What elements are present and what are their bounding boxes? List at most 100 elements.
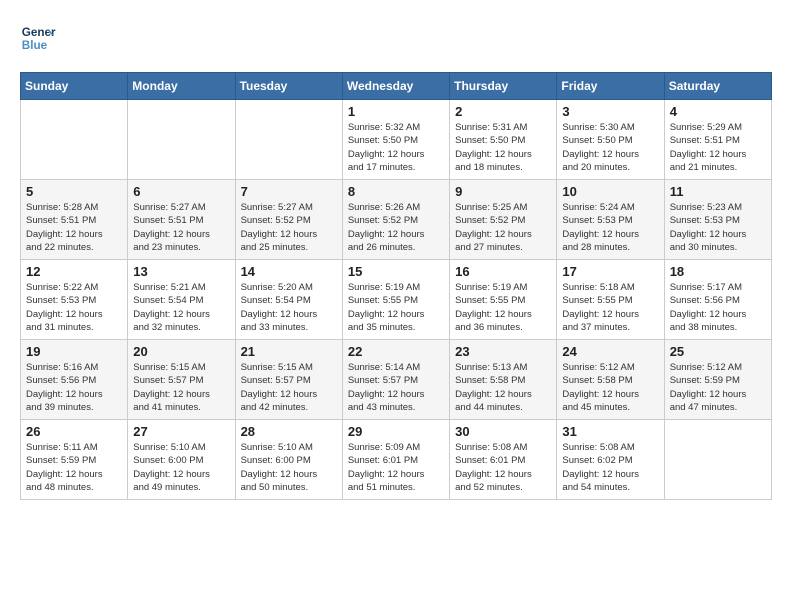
day-number: 31 — [562, 424, 658, 439]
day-number: 20 — [133, 344, 229, 359]
calendar-cell: 28 Sunrise: 5:10 AM Sunset: 6:00 PM Dayli… — [235, 420, 342, 500]
week-row-4: 26Sunrise: 5:11 AM Sunset: 5:59 PM Dayli… — [21, 420, 772, 500]
day-number: 4 — [670, 104, 766, 119]
day-info: Sunrise: 5:08 AM Sunset: 6:01 PM Dayligh… — [455, 441, 551, 494]
day-number: 3 — [562, 104, 658, 119]
day-info: Sunrise: 5:15 AM Sunset: 5:57 PM Dayligh… — [241, 361, 337, 414]
calendar-cell — [664, 420, 771, 500]
page-header: General Blue — [20, 20, 772, 56]
day-info: Sunrise: 5:28 AM Sunset: 5:51 PM Dayligh… — [26, 201, 122, 254]
day-info: Sunrise: 5:27 AM Sunset: 5:51 PM Dayligh… — [133, 201, 229, 254]
calendar-cell — [235, 100, 342, 180]
calendar-cell: 13 Sunrise: 5:21 AM Sunset: 5:54 PM Dayli… — [128, 260, 235, 340]
day-info: Sunrise: 5:30 AM Sunset: 5:50 PM Dayligh… — [562, 121, 658, 174]
calendar-cell: 30 Sunrise: 5:08 AM Sunset: 6:01 PM Dayli… — [450, 420, 557, 500]
svg-text:Blue: Blue — [22, 39, 48, 52]
day-number: 17 — [562, 264, 658, 279]
calendar-cell: 9 Sunrise: 5:25 AM Sunset: 5:52 PM Daylig… — [450, 180, 557, 260]
day-number: 24 — [562, 344, 658, 359]
day-info: Sunrise: 5:31 AM Sunset: 5:50 PM Dayligh… — [455, 121, 551, 174]
day-number: 12 — [26, 264, 122, 279]
calendar-cell: 16 Sunrise: 5:19 AM Sunset: 5:55 PM Dayli… — [450, 260, 557, 340]
day-number: 6 — [133, 184, 229, 199]
calendar-cell: 3 Sunrise: 5:30 AM Sunset: 5:50 PM Daylig… — [557, 100, 664, 180]
day-number: 13 — [133, 264, 229, 279]
calendar-cell: 4 Sunrise: 5:29 AM Sunset: 5:51 PM Daylig… — [664, 100, 771, 180]
day-info: Sunrise: 5:13 AM Sunset: 5:58 PM Dayligh… — [455, 361, 551, 414]
calendar-cell: 19Sunrise: 5:16 AM Sunset: 5:56 PM Dayli… — [21, 340, 128, 420]
day-number: 7 — [241, 184, 337, 199]
day-number: 26 — [26, 424, 122, 439]
day-info: Sunrise: 5:10 AM Sunset: 6:00 PM Dayligh… — [133, 441, 229, 494]
day-number: 19 — [26, 344, 122, 359]
calendar-cell: 12 Sunrise: 5:22 AM Sunset: 5:53 PM Dayli… — [21, 260, 128, 340]
week-row-1: 5 Sunrise: 5:28 AM Sunset: 5:51 PM Daylig… — [21, 180, 772, 260]
calendar-table: SundayMondayTuesdayWednesdayThursdayFrid… — [20, 72, 772, 500]
day-info: Sunrise: 5:12 AM Sunset: 5:59 PM Dayligh… — [670, 361, 766, 414]
calendar-cell: 25 Sunrise: 5:12 AM Sunset: 5:59 PM Dayli… — [664, 340, 771, 420]
day-number: 28 — [241, 424, 337, 439]
day-number: 9 — [455, 184, 551, 199]
logo-icon: General Blue — [20, 20, 56, 56]
day-info: Sunrise: 5:14 AM Sunset: 5:57 PM Dayligh… — [348, 361, 444, 414]
calendar-cell: 7 Sunrise: 5:27 AM Sunset: 5:52 PM Daylig… — [235, 180, 342, 260]
day-number: 27 — [133, 424, 229, 439]
day-number: 21 — [241, 344, 337, 359]
calendar-cell: 5 Sunrise: 5:28 AM Sunset: 5:51 PM Daylig… — [21, 180, 128, 260]
calendar-cell: 18Sunrise: 5:17 AM Sunset: 5:56 PM Dayli… — [664, 260, 771, 340]
day-info: Sunrise: 5:15 AM Sunset: 5:57 PM Dayligh… — [133, 361, 229, 414]
weekday-header-sunday: Sunday — [21, 73, 128, 100]
day-info: Sunrise: 5:19 AM Sunset: 5:55 PM Dayligh… — [348, 281, 444, 334]
day-number: 14 — [241, 264, 337, 279]
day-number: 8 — [348, 184, 444, 199]
day-number: 5 — [26, 184, 122, 199]
calendar-cell — [21, 100, 128, 180]
weekday-header-wednesday: Wednesday — [342, 73, 449, 100]
day-info: Sunrise: 5:20 AM Sunset: 5:54 PM Dayligh… — [241, 281, 337, 334]
day-number: 18 — [670, 264, 766, 279]
weekday-header-saturday: Saturday — [664, 73, 771, 100]
weekday-header-friday: Friday — [557, 73, 664, 100]
day-info: Sunrise: 5:21 AM Sunset: 5:54 PM Dayligh… — [133, 281, 229, 334]
day-number: 25 — [670, 344, 766, 359]
calendar-cell: 14 Sunrise: 5:20 AM Sunset: 5:54 PM Dayli… — [235, 260, 342, 340]
day-number: 1 — [348, 104, 444, 119]
day-number: 30 — [455, 424, 551, 439]
day-number: 16 — [455, 264, 551, 279]
day-info: Sunrise: 5:25 AM Sunset: 5:52 PM Dayligh… — [455, 201, 551, 254]
day-info: Sunrise: 5:26 AM Sunset: 5:52 PM Dayligh… — [348, 201, 444, 254]
day-info: Sunrise: 5:18 AM Sunset: 5:55 PM Dayligh… — [562, 281, 658, 334]
calendar-cell: 27 Sunrise: 5:10 AM Sunset: 6:00 PM Dayli… — [128, 420, 235, 500]
calendar-cell: 2 Sunrise: 5:31 AM Sunset: 5:50 PM Daylig… — [450, 100, 557, 180]
day-info: Sunrise: 5:09 AM Sunset: 6:01 PM Dayligh… — [348, 441, 444, 494]
day-info: Sunrise: 5:22 AM Sunset: 5:53 PM Dayligh… — [26, 281, 122, 334]
calendar-cell: 31 Sunrise: 5:08 AM Sunset: 6:02 PM Dayli… — [557, 420, 664, 500]
calendar-cell: 11Sunrise: 5:23 AM Sunset: 5:53 PM Dayli… — [664, 180, 771, 260]
calendar-cell — [128, 100, 235, 180]
day-info: Sunrise: 5:32 AM Sunset: 5:50 PM Dayligh… — [348, 121, 444, 174]
day-number: 10 — [562, 184, 658, 199]
weekday-header-monday: Monday — [128, 73, 235, 100]
day-info: Sunrise: 5:27 AM Sunset: 5:52 PM Dayligh… — [241, 201, 337, 254]
day-number: 2 — [455, 104, 551, 119]
calendar-cell: 22Sunrise: 5:14 AM Sunset: 5:57 PM Dayli… — [342, 340, 449, 420]
calendar-cell: 15 Sunrise: 5:19 AM Sunset: 5:55 PM Dayli… — [342, 260, 449, 340]
day-info: Sunrise: 5:19 AM Sunset: 5:55 PM Dayligh… — [455, 281, 551, 334]
calendar-cell: 24Sunrise: 5:12 AM Sunset: 5:58 PM Dayli… — [557, 340, 664, 420]
calendar-cell: 21 Sunrise: 5:15 AM Sunset: 5:57 PM Dayli… — [235, 340, 342, 420]
weekday-header-tuesday: Tuesday — [235, 73, 342, 100]
day-info: Sunrise: 5:10 AM Sunset: 6:00 PM Dayligh… — [241, 441, 337, 494]
day-info: Sunrise: 5:08 AM Sunset: 6:02 PM Dayligh… — [562, 441, 658, 494]
day-number: 23 — [455, 344, 551, 359]
day-number: 29 — [348, 424, 444, 439]
weekday-header-thursday: Thursday — [450, 73, 557, 100]
calendar-cell: 10Sunrise: 5:24 AM Sunset: 5:53 PM Dayli… — [557, 180, 664, 260]
calendar-cell: 6 Sunrise: 5:27 AM Sunset: 5:51 PM Daylig… — [128, 180, 235, 260]
logo: General Blue — [20, 20, 60, 56]
calendar-cell: 23 Sunrise: 5:13 AM Sunset: 5:58 PM Dayli… — [450, 340, 557, 420]
calendar-cell: 8 Sunrise: 5:26 AM Sunset: 5:52 PM Daylig… — [342, 180, 449, 260]
day-info: Sunrise: 5:29 AM Sunset: 5:51 PM Dayligh… — [670, 121, 766, 174]
calendar-cell: 26Sunrise: 5:11 AM Sunset: 5:59 PM Dayli… — [21, 420, 128, 500]
day-number: 15 — [348, 264, 444, 279]
calendar-cell: 29 Sunrise: 5:09 AM Sunset: 6:01 PM Dayli… — [342, 420, 449, 500]
